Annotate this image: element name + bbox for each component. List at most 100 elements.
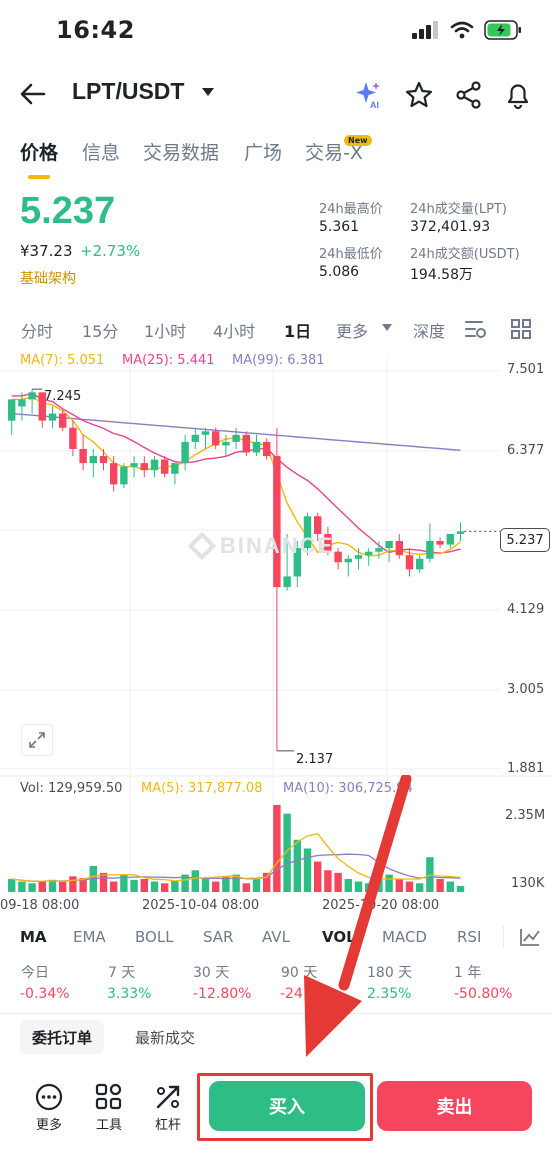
candle-body [8, 399, 16, 421]
volume-bar [18, 881, 26, 892]
price-change: +2.73% [80, 242, 141, 260]
ma25-line [11, 392, 461, 554]
more-dots-icon[interactable] [34, 1082, 64, 1112]
candle-body [28, 392, 36, 400]
candle-body [232, 434, 240, 442]
leverage-label[interactable]: 杠杆 [148, 1114, 188, 1133]
candle-body [365, 551, 373, 556]
low-24h-value: 5.086 [319, 264, 360, 280]
interval-1d[interactable]: 1日 [284, 318, 311, 342]
perf-value-30d: -12.80% [193, 986, 252, 1002]
indicator-sar[interactable]: SAR [203, 928, 233, 946]
volume-bar [171, 880, 179, 892]
high-24h-label: 24h最高价 [319, 202, 383, 217]
candle-body [191, 434, 199, 442]
grid-layout-icon[interactable] [510, 318, 532, 340]
indicator-chart-icon[interactable] [519, 927, 541, 947]
tab-latest-trades[interactable]: 最新成交 [123, 1020, 207, 1054]
candlestick-chart[interactable] [0, 345, 552, 915]
category-tag[interactable]: 基础架构 [20, 268, 76, 288]
annotation-arrow [304, 775, 412, 1057]
candle-body [89, 456, 97, 464]
candle-body [120, 466, 128, 485]
back-arrow-icon[interactable] [18, 80, 50, 108]
binance-logo-icon [187, 531, 217, 561]
volume-bar [161, 883, 169, 892]
caret-down-icon[interactable] [201, 87, 215, 97]
volume-24h-value: 372,401.93 [410, 219, 491, 235]
x-tick-label: 09-18 08:00 [0, 898, 80, 913]
candle-body [69, 427, 77, 449]
indicator-avl[interactable]: AVL [262, 928, 290, 946]
y-tick-label: 7.501 [507, 362, 545, 377]
candle-body [171, 463, 179, 474]
tab-square[interactable]: 广场 [244, 138, 282, 165]
interval-15m[interactable]: 15分 [82, 318, 118, 342]
volume-bar [283, 813, 291, 892]
ai-sparkle-icon[interactable]: AI [354, 80, 384, 110]
leverage-icon[interactable] [153, 1082, 183, 1112]
candle-body [222, 441, 230, 446]
interval-depth[interactable]: 深度 [413, 318, 445, 342]
volume-bar [212, 881, 220, 892]
share-icon[interactable] [454, 80, 484, 110]
volume-legend: Vol: 129,959.50 [20, 781, 123, 796]
amount-24h-value: 194.58万 [410, 267, 473, 283]
tools-grid-icon[interactable] [94, 1082, 124, 1112]
volume-bar [273, 805, 281, 892]
volume-bar [130, 879, 138, 892]
interval-more[interactable]: 更多 [336, 318, 368, 342]
interval-4h[interactable]: 4小时 [213, 318, 255, 342]
sell-button[interactable]: 卖出 [377, 1081, 532, 1131]
candle-body [110, 463, 118, 485]
candle-body [212, 431, 220, 446]
candle-body [181, 441, 189, 464]
candle-body [242, 434, 250, 453]
candle-body [130, 463, 138, 467]
candle-body [150, 459, 159, 471]
interval-timeline[interactable]: 分时 [21, 318, 53, 342]
candle-body [201, 431, 210, 435]
vol-ma5-legend: MA(5): 317,877.08 [141, 781, 263, 796]
y-tick-label: 6.377 [507, 443, 545, 458]
candle-body [79, 448, 87, 464]
y-tick-label: 1.881 [507, 761, 545, 776]
indicator-divider [503, 926, 504, 948]
candle-body [334, 551, 342, 563]
perf-label-1y: 1 年 [454, 965, 482, 981]
fullscreen-button[interactable] [21, 724, 53, 756]
battery-icon [484, 20, 521, 40]
more-caret-icon[interactable] [382, 324, 392, 332]
candle-body [18, 399, 26, 407]
indicator-ema[interactable]: EMA [73, 928, 106, 946]
bell-alert-icon[interactable] [503, 80, 533, 110]
more-label[interactable]: 更多 [29, 1114, 69, 1133]
indicator-ma[interactable]: MA [20, 928, 47, 946]
indicator-boll[interactable]: BOLL [135, 928, 174, 946]
tab-trading-data[interactable]: 交易数据 [143, 138, 219, 165]
candle-body [395, 541, 403, 556]
candle-body [416, 558, 424, 570]
volume-bar [140, 878, 148, 892]
volume-bar [456, 885, 465, 892]
status-time: 16:42 [56, 16, 135, 44]
volume-bar [150, 881, 159, 892]
cny-price: ¥37.23 [20, 242, 73, 260]
volume-bar [110, 881, 118, 892]
x-tick-label: 2025-10-04 08:00 [142, 898, 260, 913]
trading-pair-title[interactable]: LPT/USDT [72, 78, 184, 105]
tab-info[interactable]: 信息 [82, 138, 120, 165]
volume-bar [242, 883, 250, 892]
indicator-rsi[interactable]: RSI [457, 928, 481, 946]
tools-label[interactable]: 工具 [89, 1114, 129, 1133]
indicator-settings-icon[interactable] [464, 318, 488, 340]
tab-open-orders[interactable]: 委托订单 [20, 1020, 105, 1054]
perf-value-today: -0.34% [20, 986, 70, 1002]
tab-price[interactable]: 价格 [20, 138, 58, 165]
volume-bar [8, 878, 16, 892]
vol-y-tick-label: 130K [511, 876, 545, 891]
new-badge: New [344, 135, 372, 146]
interval-1h[interactable]: 1小时 [144, 318, 186, 342]
tab-active-indicator [28, 175, 50, 179]
star-favorite-icon[interactable] [404, 80, 434, 110]
